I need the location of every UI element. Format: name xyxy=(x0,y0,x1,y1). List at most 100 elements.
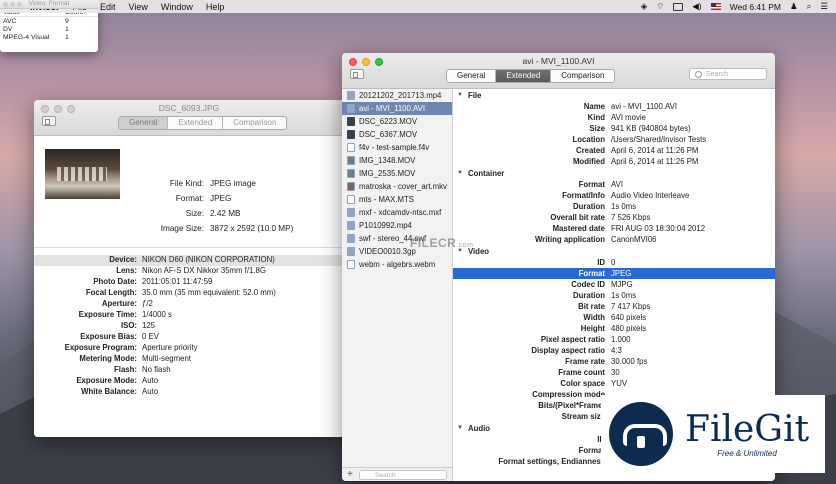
summary-value: JPEG xyxy=(210,194,232,203)
detail-key: Writing application xyxy=(534,235,605,244)
video-thumb-icon xyxy=(347,182,355,191)
detail-row[interactable]: Location/Users/Shared/Invisor Tests xyxy=(453,134,775,145)
summary-value: 2.42 MB xyxy=(210,209,241,218)
image-info-body: File Kind: JPEG image Format: JPEG Size:… xyxy=(34,136,344,437)
detail-value: 4:3 xyxy=(611,346,622,355)
menubar: Invisor File Edit View Window Help ◈ ⌔ ◀… xyxy=(0,0,836,13)
notification-center-icon[interactable]: ☰ xyxy=(820,1,828,12)
sidebar-search-input[interactable]: Search xyxy=(359,470,447,480)
detail-value: 0 xyxy=(611,258,616,267)
file-list-item[interactable]: matroska - cover_art.mkv xyxy=(342,180,452,193)
detail-row[interactable]: Height 480 pixels xyxy=(453,323,775,334)
tab-general[interactable]: General xyxy=(119,117,169,129)
disclosure-triangle-icon[interactable]: ▼ xyxy=(457,92,463,98)
volume-icon[interactable]: ◀) xyxy=(692,1,701,12)
section-header-container[interactable]: ▼ Container xyxy=(453,167,775,179)
file-list-item[interactable]: webm - algebrs.webm xyxy=(342,258,452,271)
titlebar: Video: Format xyxy=(0,0,98,9)
summary-value: 3872 x 2592 (10.0 MP) xyxy=(210,224,294,233)
disclosure-triangle-icon[interactable]: ▼ xyxy=(457,425,463,431)
file-list-item[interactable]: 20121202_201713.mp4 xyxy=(342,89,452,102)
input-source-flag-icon[interactable] xyxy=(710,3,721,10)
exif-key: ISO: xyxy=(120,321,137,330)
table-row[interactable]: MPEG-4 Visual 1 xyxy=(0,33,98,41)
detail-row[interactable]: Mastered date FRI AUG 03 18:30:04 2012 xyxy=(453,223,775,234)
detail-row[interactable]: Codec ID MJPG xyxy=(453,279,775,290)
exif-value: Multi-segment xyxy=(142,354,191,363)
table-cell: MPEG-4 Visual xyxy=(3,33,50,41)
file-list-item[interactable]: mxf - xdcamdv-ntsc.mxf xyxy=(342,206,452,219)
add-file-icon[interactable]: + xyxy=(347,469,353,480)
menu-edit[interactable]: Edit xyxy=(100,2,116,12)
exif-row: Lens: Nikon AF-S DX Nikkor 35mm f/1.8G xyxy=(34,266,344,277)
menu-help[interactable]: Help xyxy=(206,2,225,12)
user-icon[interactable]: ♟ xyxy=(790,1,798,12)
detail-row[interactable]: Modified April 6, 2014 at 11:26 PM xyxy=(453,156,775,167)
dropbox-icon[interactable]: ◈ xyxy=(641,1,648,12)
detail-row[interactable]: Created April 6, 2014 at 11:26 PM xyxy=(453,145,775,156)
menu-view[interactable]: View xyxy=(129,2,148,12)
file-list-item[interactable]: DSC_6223.MOV xyxy=(342,115,452,128)
detail-row[interactable]: Display aspect ratio 4:3 xyxy=(453,345,775,356)
file-list-item[interactable]: mts - MAX.MTS xyxy=(342,193,452,206)
airplay-icon[interactable] xyxy=(673,2,684,11)
video-thumb-icon xyxy=(347,117,355,126)
file-list-item[interactable]: IMG_1348.MOV xyxy=(342,154,452,167)
detail-row[interactable]: Duration 1s 0ms xyxy=(453,201,775,212)
sidebar-toggle-button[interactable] xyxy=(350,69,364,79)
menu-window[interactable]: Window xyxy=(161,2,193,12)
file-list-item[interactable]: IMG_2535.MOV xyxy=(342,167,452,180)
section-header-file[interactable]: ▼ File xyxy=(453,89,775,101)
detail-row[interactable]: Duration 1s 0ms xyxy=(453,290,775,301)
table-row[interactable]: DV 1 xyxy=(0,25,98,33)
file-list-item[interactable]: DSC_6367.MOV xyxy=(342,128,452,141)
exif-key: Exposure Time: xyxy=(78,310,137,319)
detail-row[interactable]: Writing application CanonMVI06 xyxy=(453,234,775,245)
file-name: avi - MVI_1100.AVI xyxy=(359,104,426,113)
detail-row[interactable]: Format/Info Audio Video Interleave xyxy=(453,190,775,201)
tab-extended[interactable]: Extended xyxy=(496,70,552,82)
detail-value: 7 417 Kbps xyxy=(611,302,651,311)
detail-key: Format settings, Endianness xyxy=(498,457,605,466)
detail-row[interactable]: Width 640 pixels xyxy=(453,312,775,323)
detail-row[interactable]: Pixel aspect ratio 1.000 xyxy=(453,334,775,345)
exif-key: Flash: xyxy=(114,365,137,374)
video-thumb-icon xyxy=(347,169,355,178)
wifi-icon[interactable]: ⌔ xyxy=(656,1,664,12)
detail-value: CanonMVI06 xyxy=(611,235,657,244)
search-input[interactable]: Search xyxy=(689,68,767,80)
detail-row[interactable]: ID 0 xyxy=(453,257,775,268)
file-list-item[interactable]: P1010992.mp4 xyxy=(342,219,452,232)
detail-row[interactable]: Frame count 30 xyxy=(453,367,775,378)
detail-row[interactable]: Name avi - MVI_1100.AVI xyxy=(453,101,775,112)
detail-row-selected[interactable]: Format JPEG xyxy=(453,268,775,279)
detail-row[interactable]: Overall bit rate 7 526 Kbps xyxy=(453,212,775,223)
detail-row[interactable]: Format AVI xyxy=(453,179,775,190)
detail-row[interactable]: Frame rate 30.000 fps xyxy=(453,356,775,367)
sidebar-toggle-button[interactable] xyxy=(42,116,56,126)
table-row[interactable]: AVC 9 xyxy=(0,17,98,25)
section-header-video[interactable]: ▼ Video xyxy=(453,245,775,257)
file-list-item[interactable]: f4v - test-sample.f4v xyxy=(342,141,452,154)
detail-key: Width xyxy=(583,313,605,322)
detail-row[interactable]: Color space YUV xyxy=(453,378,775,389)
filegit-logo-icon xyxy=(609,402,673,466)
detail-row[interactable]: Size 941 KB (940804 bytes) xyxy=(453,123,775,134)
file-list-sidebar: 20121202_201713.mp4 avi - MVI_1100.AVI D… xyxy=(342,89,453,481)
video-format-stats-window: Video: Format ValueCount AVC9 DV1 MPEG-4… xyxy=(0,0,98,52)
spotlight-icon[interactable]: ⌕ xyxy=(807,1,812,12)
exif-row: Metering Mode: Multi-segment xyxy=(34,354,344,365)
clock[interactable]: Wed 6:41 PM xyxy=(730,2,781,12)
detail-row[interactable]: Bit rate 7 417 Kbps xyxy=(453,301,775,312)
tab-extended[interactable]: Extended xyxy=(168,117,224,129)
file-list-item-selected[interactable]: avi - MVI_1100.AVI xyxy=(342,102,452,115)
disclosure-triangle-icon[interactable]: ▼ xyxy=(457,170,463,176)
detail-value: Audio Video Interleave xyxy=(611,191,690,200)
sidebar-footer: + Search xyxy=(342,467,452,481)
tab-general[interactable]: General xyxy=(447,70,497,82)
view-tabs: General Extended Comparison xyxy=(118,116,288,130)
tab-comparison[interactable]: Comparison xyxy=(223,117,286,129)
detail-row[interactable]: Kind AVI movie xyxy=(453,112,775,123)
tab-comparison[interactable]: Comparison xyxy=(551,70,614,82)
table-cell: 9 xyxy=(65,17,69,25)
